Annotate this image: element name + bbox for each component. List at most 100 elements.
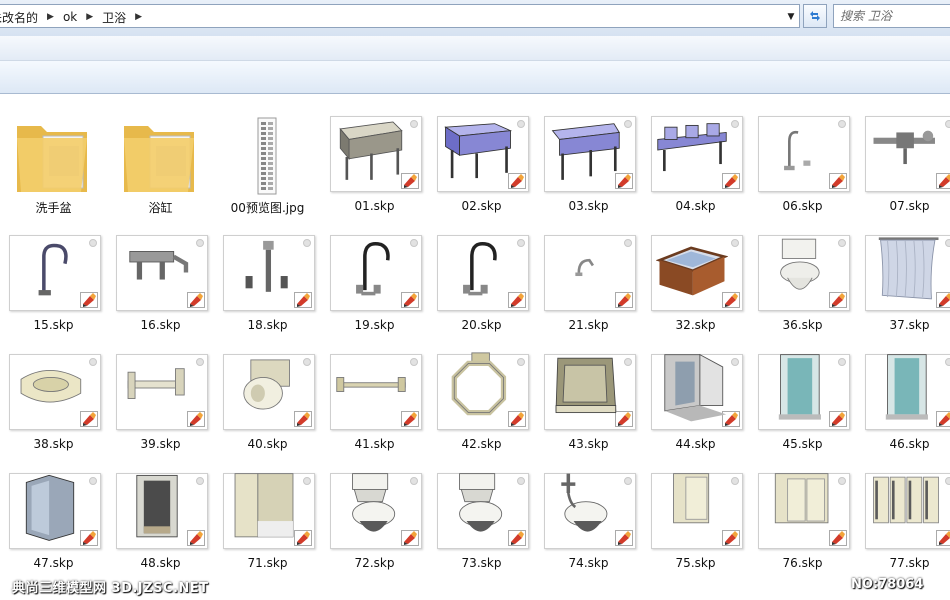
file-item[interactable]: 44.skp [642,332,749,452]
file-item[interactable]: 41.skp [321,332,428,452]
file-item[interactable]: 48.skp [107,451,214,571]
file-item[interactable]: 46.skp [856,332,950,452]
address-field[interactable]: 未改名的 ▶ ok ▶ 卫浴 ▶ ▼ [0,4,800,28]
file-name: 32.skp [675,318,716,332]
model-thumbnail [673,473,710,524]
file-item[interactable]: 39.skp [107,332,214,452]
file-item[interactable]: 76.skp [749,451,856,571]
breadcrumb-item[interactable]: ok [59,10,81,24]
corner-marker [838,239,846,247]
file-name: 47.skp [33,556,74,570]
file-item[interactable]: 00预览图.jpg [214,94,321,215]
corner-marker [838,477,846,485]
model-thumbnail [555,357,617,414]
corner-marker [517,477,525,485]
corner-marker [731,477,739,485]
model-thumbnail [774,473,829,524]
model-thumbnail [575,258,594,277]
file-item[interactable]: 42.skp [428,332,535,452]
file-item[interactable]: 15.skp [0,213,107,333]
chevron-right-icon[interactable]: ▶ [81,12,98,22]
file-item[interactable]: 72.skp [321,451,428,571]
file-item[interactable]: 16.skp [107,213,214,333]
file-item[interactable]: 18.skp [214,213,321,333]
file-name: 77.skp [889,556,930,570]
model-thumbnail [664,353,727,422]
file-name: 45.skp [782,437,823,451]
corner-marker [89,239,97,247]
model-thumbnail [243,359,290,410]
file-item[interactable]: 71.skp [214,451,321,571]
file-item[interactable]: 浴缸 [107,94,214,215]
file-name: 39.skp [140,437,181,451]
file-item[interactable]: 73.skp [428,451,535,571]
file-name: 06.skp [782,199,823,213]
model-thumbnail [352,473,396,532]
file-item[interactable]: 02.skp [428,94,535,214]
model-thumbnail [245,240,288,292]
file-name: 18.skp [247,318,288,332]
file-item[interactable]: 03.skp [535,94,642,214]
file-item[interactable]: 06.skp [749,94,856,214]
model-thumbnail [873,476,939,524]
model-thumbnail [336,377,406,392]
watermark-left: 典尚三维模型网 3D.JZSC.NET [12,581,209,596]
corner-marker [303,239,311,247]
file-item[interactable]: 04.skp [642,94,749,214]
file-item[interactable]: 40.skp [214,332,321,452]
corner-marker [517,120,525,128]
model-thumbnail [463,242,497,296]
file-item[interactable]: 19.skp [321,213,428,333]
file-item[interactable]: 36.skp [749,213,856,333]
model-thumbnail [561,473,608,532]
file-name: 76.skp [782,556,823,570]
search-input[interactable] [840,8,945,24]
model-thumbnail [780,238,820,290]
file-item[interactable]: 38.skp [0,332,107,452]
file-item[interactable]: 75.skp [642,451,749,571]
model-thumbnail [234,473,294,538]
search-box[interactable] [833,4,950,28]
file-item[interactable]: 37.skp [856,213,950,333]
breadcrumb-item[interactable]: 未改名的 [0,9,42,26]
model-thumbnail [451,352,507,416]
file-item[interactable]: 32.skp [642,213,749,333]
file-name: 43.skp [568,437,609,451]
file-item[interactable]: 47.skp [0,451,107,571]
breadcrumb-item[interactable]: 卫浴 [98,9,130,26]
corner-marker [838,358,846,366]
corner-marker [624,239,632,247]
file-item[interactable]: 43.skp [535,332,642,452]
model-thumbnail [20,370,82,403]
file-item[interactable]: 07.skp [856,94,950,214]
file-name: 42.skp [461,437,502,451]
corner-marker [517,358,525,366]
file-name: 48.skp [140,556,181,570]
file-item[interactable]: 77.skp [856,451,950,571]
chevron-right-icon[interactable]: ▶ [42,12,59,22]
model-thumbnail [356,242,390,296]
file-item[interactable]: 01.skp [321,94,428,214]
file-item[interactable]: 20.skp [428,213,535,333]
file-item[interactable]: 74.skp [535,451,642,571]
corner-marker [838,120,846,128]
folder-icon [17,126,87,192]
model-thumbnail [784,130,811,171]
menu-bar [0,36,950,61]
corner-marker [196,477,204,485]
chevron-right-icon[interactable]: ▶ [130,12,147,22]
corner-marker [624,358,632,366]
breadcrumb: 未改名的 ▶ ok ▶ 卫浴 ▶ [0,9,147,25]
model-thumbnail [127,368,185,399]
corner-marker [517,239,525,247]
chevron-down-icon[interactable]: ▼ [784,9,798,25]
file-name: 38.skp [33,437,74,451]
file-item[interactable]: 21.skp [535,213,642,333]
corner-marker [410,477,418,485]
file-item[interactable]: 45.skp [749,332,856,452]
corner-marker [624,477,632,485]
refresh-button[interactable] [803,4,827,28]
model-thumbnail [444,123,513,179]
corner-marker [945,120,950,128]
file-item[interactable]: 洗手盆 [0,94,107,215]
